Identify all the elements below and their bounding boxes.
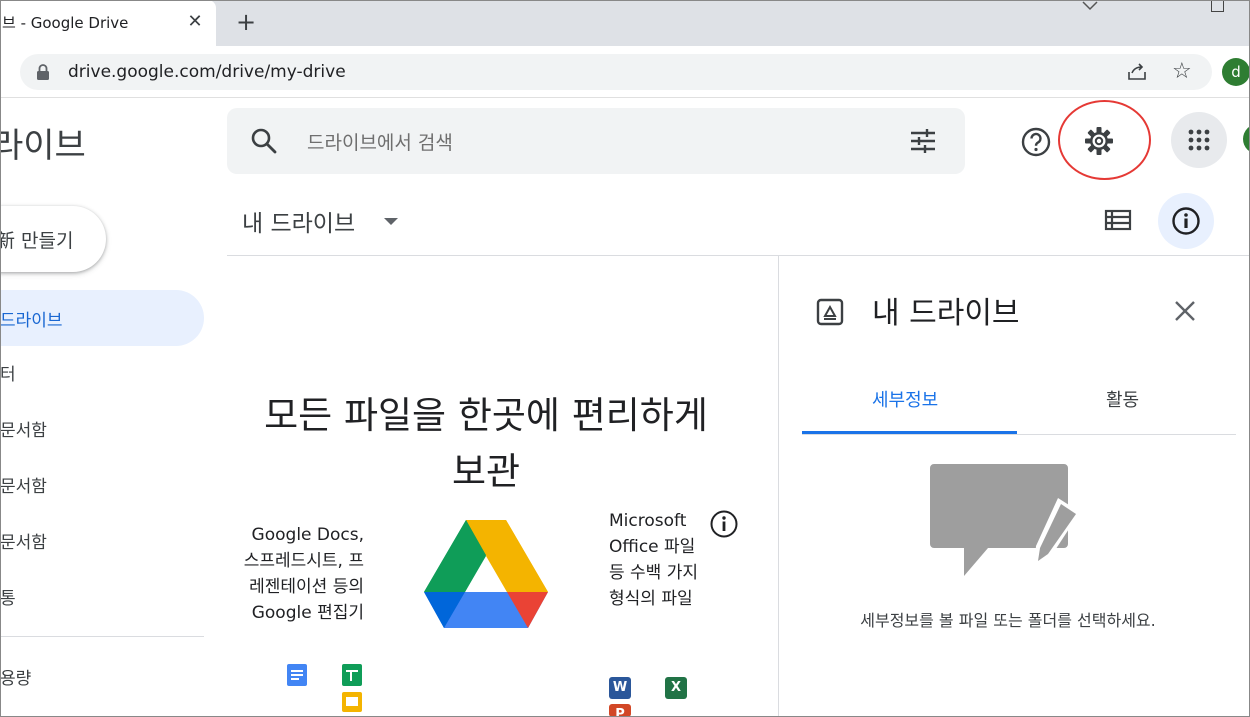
powerpoint-icon: P xyxy=(609,704,631,717)
sidebar-item-label: 용량 xyxy=(0,669,32,689)
tab-search-icon[interactable] xyxy=(1081,0,1099,12)
sidebar-item-recent[interactable]: 문서함 xyxy=(0,456,204,512)
sidebar-item-starred[interactable]: 문서함 xyxy=(0,512,204,568)
tab-activity[interactable]: 활동 xyxy=(1106,386,1139,412)
omnibox[interactable]: drive.google.com/drive/my-drive ☆ xyxy=(20,54,1212,90)
google-apps-button[interactable] xyxy=(1171,112,1227,168)
details-panel-title: 내 드라이브 xyxy=(872,296,1020,331)
sidebar-item-label: 터 xyxy=(0,365,16,385)
help-icon[interactable] xyxy=(1020,126,1052,158)
office-files-promo: Microsoft Office 파일 등 수백 가지 형식의 파일 xyxy=(609,511,699,609)
sidebar-item-label: 문서함 xyxy=(0,533,47,553)
tab-details[interactable]: 세부정보 xyxy=(872,386,938,412)
tab-close-icon[interactable]: ✕ xyxy=(184,11,206,33)
lock-icon xyxy=(37,64,49,80)
apps-grid-icon xyxy=(1188,129,1210,151)
sidebar-item-storage[interactable]: 용량 xyxy=(0,648,204,704)
sidebar-item-label: 드라이브 xyxy=(0,311,63,331)
sidebar-item-shared[interactable]: 문서함 xyxy=(0,400,204,456)
new-tab-button[interactable]: + xyxy=(232,8,260,36)
empty-state-headline: 모든 파일을 한곳에 편리하게 보관 xyxy=(228,388,744,500)
settings-highlight-circle xyxy=(1058,100,1151,180)
details-panel-divider xyxy=(778,256,779,717)
headline-line-2: 보관 xyxy=(451,450,521,493)
word-icon: W xyxy=(609,677,631,699)
details-empty-message: 세부정보를 볼 파일 또는 폴더를 선택하세요. xyxy=(860,611,1156,630)
search-options-icon[interactable] xyxy=(909,128,937,154)
breadcrumb-dropdown-icon[interactable] xyxy=(384,218,398,225)
google-drive-logo xyxy=(424,520,548,628)
sidebar-item-computers[interactable]: 터 xyxy=(0,344,204,400)
sidebar-item-trash[interactable]: 통 xyxy=(0,568,204,624)
excel-icon: X xyxy=(665,677,687,699)
sidebar-item-label: 문서함 xyxy=(0,477,47,497)
slides-icon xyxy=(342,692,362,712)
address-bar: drive.google.com/drive/my-drive ☆ xyxy=(0,46,1250,98)
sidebar-divider xyxy=(0,636,204,637)
close-icon[interactable] xyxy=(1172,298,1198,324)
browser-tab-bar: 브 - Google Drive ✕ + xyxy=(0,0,1250,46)
sheets-icon xyxy=(342,664,362,686)
url-text[interactable]: drive.google.com/drive/my-drive xyxy=(68,62,346,82)
browser-profile-avatar[interactable]: d xyxy=(1222,58,1250,86)
docs-icon xyxy=(287,664,307,686)
info-icon xyxy=(1172,207,1200,235)
bookmark-star-icon[interactable]: ☆ xyxy=(1172,59,1192,84)
new-button[interactable]: 新 만들기 xyxy=(0,206,106,272)
details-empty-illustration xyxy=(930,464,1080,576)
headline-line-1: 모든 파일을 한곳에 편리하게 xyxy=(264,394,708,437)
sidebar-item-label: 통 xyxy=(0,589,16,609)
google-editors-promo: Google Docs, 스프레드시트, 프레젠테이션 등의 Google 편집… xyxy=(243,525,364,623)
search-bar[interactable]: 드라이브에서 검색 xyxy=(227,108,965,174)
browser-tab[interactable]: 브 - Google Drive ✕ xyxy=(0,0,216,46)
my-drive-icon xyxy=(816,298,844,326)
maximize-icon[interactable] xyxy=(1211,0,1224,12)
tabs-divider xyxy=(802,434,1236,435)
drive-app-title[interactable]: 라이브 xyxy=(0,118,86,167)
account-avatar[interactable] xyxy=(1243,124,1250,154)
tab-title: 브 - Google Drive xyxy=(2,14,129,32)
share-icon[interactable] xyxy=(1126,62,1148,82)
list-view-icon[interactable] xyxy=(1104,208,1132,232)
toolbar-divider xyxy=(227,255,1250,256)
search-icon[interactable] xyxy=(249,126,279,156)
new-button-label: 新 만들기 xyxy=(0,230,74,252)
details-toggle-button[interactable] xyxy=(1158,193,1214,249)
sidebar-item-my-drive[interactable]: 드라이브 xyxy=(0,290,204,346)
sidebar-item-label: 문서함 xyxy=(0,421,47,441)
breadcrumb-my-drive[interactable]: 내 드라이브 xyxy=(242,204,355,238)
search-input[interactable]: 드라이브에서 검색 xyxy=(307,128,453,155)
info-icon[interactable] xyxy=(709,509,739,539)
